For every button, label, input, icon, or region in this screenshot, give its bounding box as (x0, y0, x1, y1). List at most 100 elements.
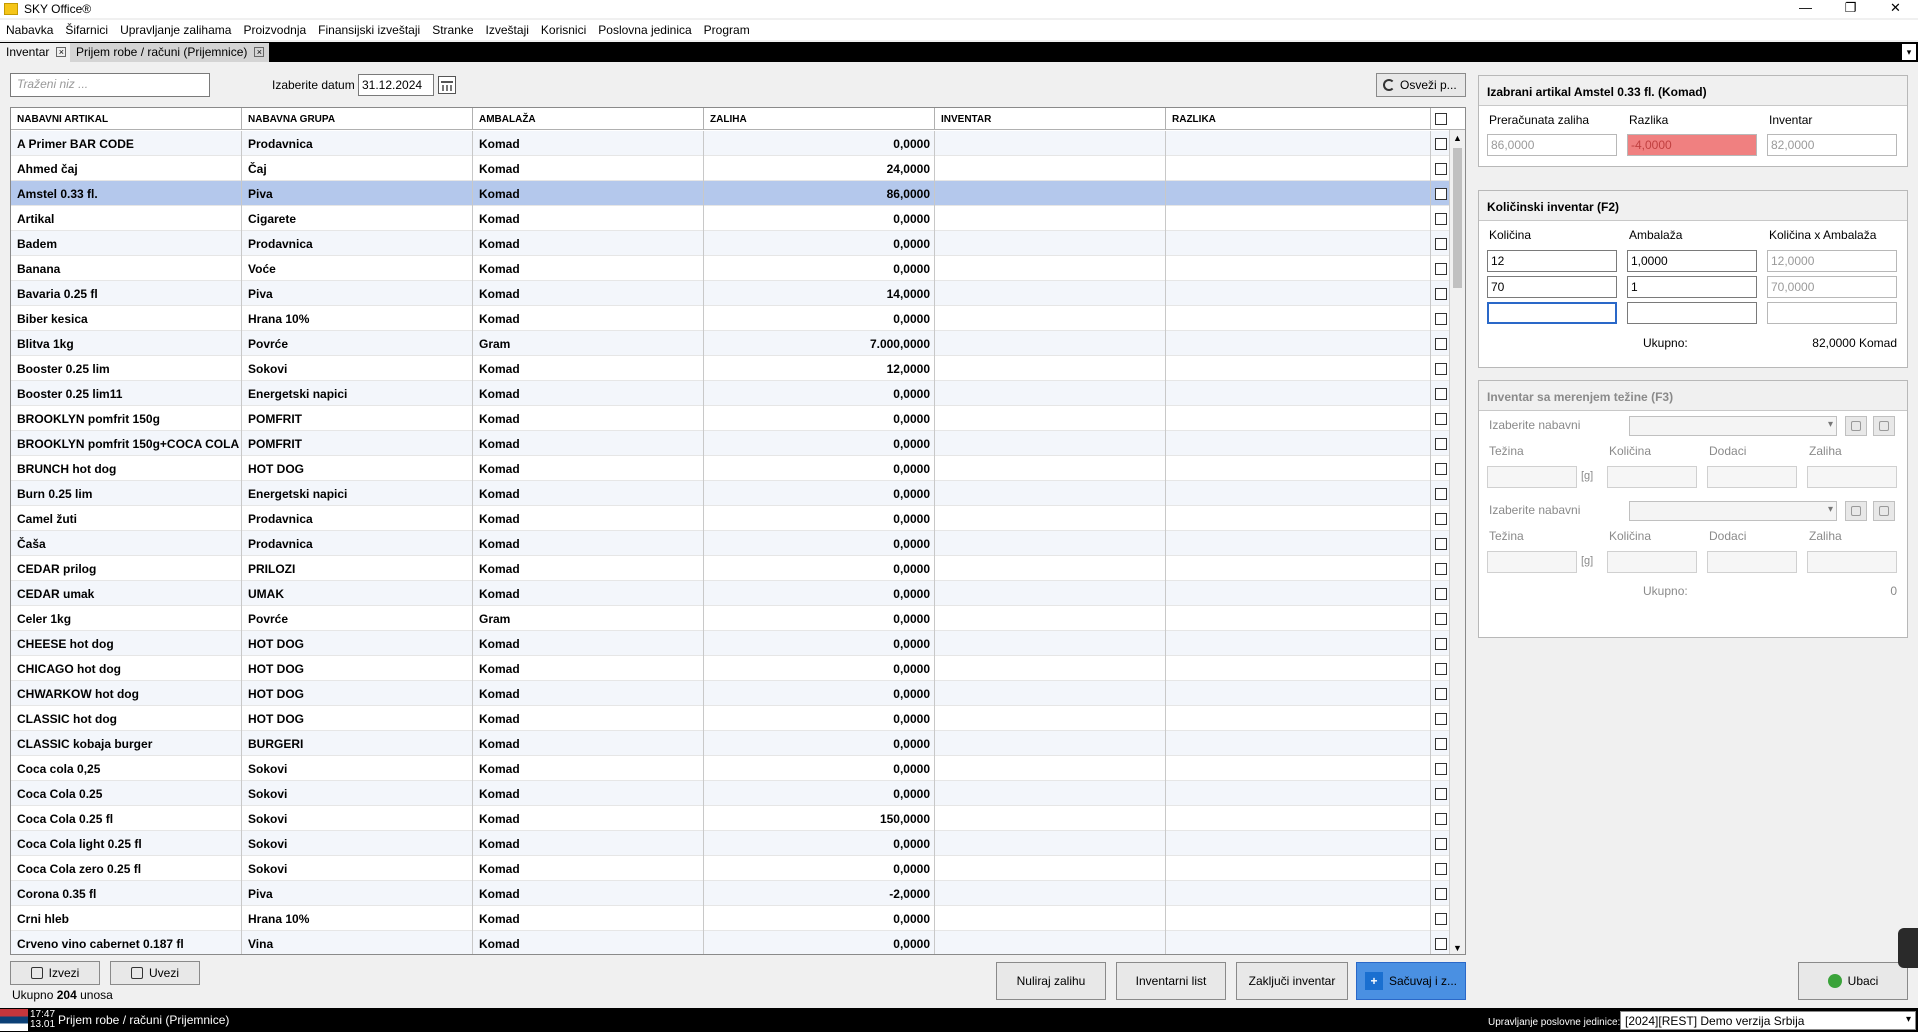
menu-korisnici[interactable]: Korisnici (535, 23, 592, 37)
table-row[interactable]: Coca Cola 0.25 fl Sokovi Komad 150,0000 (11, 806, 1451, 831)
minimize-button[interactable]: — (1783, 0, 1828, 18)
inventory-cell[interactable] (935, 881, 1166, 906)
inventory-cell[interactable] (935, 606, 1166, 631)
table-row[interactable]: BRUNCH hot dog HOT DOG Komad 0,0000 (11, 456, 1451, 481)
export-button[interactable]: Izvezi (10, 961, 100, 985)
inventory-cell[interactable] (935, 406, 1166, 431)
inventory-cell[interactable] (935, 456, 1166, 481)
row-checkbox[interactable] (1435, 487, 1447, 500)
row-checkbox[interactable] (1435, 162, 1447, 175)
row-checkbox[interactable] (1435, 262, 1447, 275)
row-checkbox[interactable] (1435, 937, 1447, 950)
inventory-cell[interactable] (935, 381, 1166, 406)
table-row[interactable]: Coca Cola zero 0.25 fl Sokovi Komad 0,0000 (11, 856, 1451, 881)
row-checkbox[interactable] (1435, 462, 1447, 475)
row-checkbox[interactable] (1435, 287, 1447, 300)
inventory-cell[interactable] (935, 681, 1166, 706)
side-panel-toggle[interactable] (1898, 928, 1918, 968)
menu-stranke[interactable]: Stranke (426, 23, 479, 37)
table-row[interactable]: Biber kesica Hrana 10% Komad 0,0000 (11, 306, 1451, 331)
table-row[interactable]: Amstel 0.33 fl. Piva Komad 86,0000 (11, 181, 1451, 206)
close-tab-icon[interactable]: × (254, 47, 265, 57)
quantity-field[interactable]: 12 (1487, 250, 1617, 272)
tab-inventar[interactable]: Inventar × (0, 43, 72, 62)
table-row[interactable]: A Primer BAR CODE Prodavnica Komad 0,0000 (11, 131, 1451, 156)
row-checkbox[interactable] (1435, 512, 1447, 525)
column-header[interactable]: AMBALAŽA (473, 108, 704, 130)
row-checkbox[interactable] (1435, 612, 1447, 625)
inventory-cell[interactable] (935, 656, 1166, 681)
row-checkbox[interactable] (1435, 587, 1447, 600)
table-row[interactable]: Artikal Cigarete Komad 0,0000 (11, 206, 1451, 231)
table-row[interactable]: Banana Voće Komad 0,0000 (11, 256, 1451, 281)
packaging-field[interactable]: 1 (1627, 276, 1757, 298)
inventory-cell[interactable] (935, 831, 1166, 856)
table-row[interactable]: Badem Prodavnica Komad 0,0000 (11, 231, 1451, 256)
menu-nabavka[interactable]: Nabavka (0, 23, 59, 37)
table-row[interactable]: CHICAGO hot dog HOT DOG Komad 0,0000 (11, 656, 1451, 681)
menu-program[interactable]: Program (698, 23, 756, 37)
row-checkbox[interactable] (1435, 537, 1447, 550)
column-header[interactable]: NABAVNA GRUPA (242, 108, 473, 130)
column-header[interactable]: RAZLIKA (1166, 108, 1431, 130)
column-header[interactable]: INVENTAR (935, 108, 1166, 130)
calendar-icon[interactable] (438, 76, 456, 94)
table-row[interactable]: Celer 1kg Povrće Gram 0,0000 (11, 606, 1451, 631)
inventory-cell[interactable] (935, 131, 1166, 156)
inventory-cell[interactable] (935, 306, 1166, 331)
inventory-cell[interactable] (935, 781, 1166, 806)
table-row[interactable]: CEDAR prilog PRILOZI Komad 0,0000 (11, 556, 1451, 581)
row-checkbox[interactable] (1435, 237, 1447, 250)
inventory-cell[interactable] (935, 331, 1166, 356)
column-header[interactable]: NABAVNI ARTIKAL (11, 108, 242, 130)
inventory-cell[interactable] (935, 581, 1166, 606)
row-checkbox[interactable] (1435, 562, 1447, 575)
table-row[interactable]: CLASSIC hot dog HOT DOG Komad 0,0000 (11, 706, 1451, 731)
inventory-cell[interactable] (935, 256, 1166, 281)
row-checkbox[interactable] (1435, 412, 1447, 425)
date-input[interactable]: 31.12.2024 (358, 74, 434, 96)
inventory-cell[interactable] (935, 556, 1166, 581)
reset-stock-button[interactable]: Nuliraj zalihu (996, 962, 1106, 1000)
row-checkbox[interactable] (1435, 212, 1447, 225)
inventory-cell[interactable] (935, 631, 1166, 656)
row-checkbox[interactable] (1435, 662, 1447, 675)
table-row[interactable]: BROOKLYN pomfrit 150g+COCA COLA 0. POMFRI… (11, 431, 1451, 456)
row-checkbox[interactable] (1435, 812, 1447, 825)
row-checkbox[interactable] (1435, 887, 1447, 900)
refresh-button[interactable]: Osveži p... (1376, 73, 1466, 97)
close-tab-icon[interactable]: × (56, 47, 67, 57)
close-inventory-button[interactable]: Zaključi inventar (1236, 962, 1348, 1000)
quantity-field[interactable] (1487, 302, 1617, 324)
quantity-field[interactable]: 70 (1487, 276, 1617, 298)
inventory-cell[interactable] (935, 806, 1166, 831)
row-checkbox[interactable] (1435, 137, 1447, 150)
scroll-down-icon[interactable]: ▼ (1450, 940, 1465, 954)
inventory-cell[interactable] (935, 906, 1166, 931)
table-row[interactable]: Booster 0.25 lim11 Energetski napici Komad… (11, 381, 1451, 406)
close-window-button[interactable]: ✕ (1873, 0, 1918, 18)
row-checkbox[interactable] (1435, 187, 1447, 200)
menu-finansijski-izvestaji[interactable]: Finansijski izveštaji (312, 23, 426, 37)
save-and-close-button[interactable]: + Sačuvaj i z... (1356, 962, 1466, 1000)
scroll-up-icon[interactable]: ▲ (1450, 130, 1465, 146)
table-row[interactable]: Crveno vino cabernet 0.187 fl Vina Komad 0,… (11, 931, 1451, 954)
table-row[interactable]: CHEESE hot dog HOT DOG Komad 0,0000 (11, 631, 1451, 656)
menu-poslovna-jedinica[interactable]: Poslovna jedinica (592, 23, 697, 37)
inventory-cell[interactable] (935, 506, 1166, 531)
inventory-cell[interactable] (935, 181, 1166, 206)
select-all-checkbox[interactable] (1435, 113, 1447, 125)
table-row[interactable]: Ahmed čaj Čaj Komad 24,0000 (11, 156, 1451, 181)
insert-button[interactable]: Ubaci (1798, 962, 1908, 1000)
inventory-cell[interactable] (935, 231, 1166, 256)
inventory-cell[interactable] (935, 931, 1166, 954)
column-header[interactable]: ZALIHA (704, 108, 935, 130)
menu-proizvodnja[interactable]: Proizvodnja (237, 23, 312, 37)
inventory-cell[interactable] (935, 531, 1166, 556)
menu-upravljanje-zalihama[interactable]: Upravljanje zalihama (114, 23, 237, 37)
row-checkbox[interactable] (1435, 687, 1447, 700)
import-button[interactable]: Uvezi (110, 961, 200, 985)
row-checkbox[interactable] (1435, 737, 1447, 750)
row-checkbox[interactable] (1435, 387, 1447, 400)
table-row[interactable]: CHWARKOW hot dog HOT DOG Komad 0,0000 (11, 681, 1451, 706)
